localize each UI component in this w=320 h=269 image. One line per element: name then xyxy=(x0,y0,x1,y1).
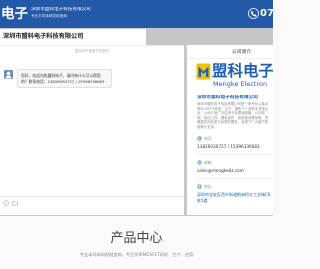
section-subtitle: 专业半导体研发制造商，专注功率MOSFET研发、生产、应用 xyxy=(79,252,194,257)
site-logo-text[interactable]: 电子 xyxy=(1,4,29,24)
divider xyxy=(197,154,273,155)
message-bubble: 您好，欢迎光临盟科电子，请问有什么可以帮您的？联系电话：13826030727 … xyxy=(17,69,112,88)
company-name: 深圳市盟科电子科技有限公司 xyxy=(197,95,258,100)
header-phone-number[interactable]: 07 xyxy=(260,7,273,20)
site-header: 电子 深圳市盟科电子科技有限公司 专业半导体研发制造商 07 xyxy=(0,0,273,28)
phone-label: 电话 xyxy=(204,136,212,141)
smile-icon[interactable] xyxy=(3,200,9,206)
chat-window: 盟科电子客服为您服务 您好，欢迎光临盟科电子，请问有什么可以帮您的？联系电话：1… xyxy=(0,45,184,215)
phone-icon xyxy=(248,8,259,19)
email-value[interactable]: sales@mengkedz.com xyxy=(197,168,271,174)
header-company-name: 深圳市盟科电子科技有限公司 xyxy=(31,7,91,12)
company-description: 深圳市盟科电子科技有限公司是一家专业从事功率MOSFET研发、生产、销售于一体的… xyxy=(197,102,269,129)
address-label: 地址 xyxy=(204,184,212,189)
folder-icon[interactable] xyxy=(12,200,18,206)
logo-chinese-name: 盟科电子 xyxy=(212,62,273,80)
logo-icon xyxy=(196,63,211,80)
section-title: 产品中心 xyxy=(110,231,163,246)
address-value: 深圳市宝安区西乡街道鹤洲恒丰工业城C6栋5楼 xyxy=(197,192,271,203)
avatar-icon xyxy=(4,70,13,79)
location-icon xyxy=(197,184,202,189)
chat-message-input[interactable] xyxy=(0,207,184,215)
phone-icon xyxy=(197,136,202,141)
divider xyxy=(187,58,273,59)
divider xyxy=(197,178,273,179)
logo-english-name: Mengke Electron xyxy=(213,80,268,88)
chat-service-notice: 盟科电子客服为您服务 xyxy=(75,49,109,53)
mail-icon xyxy=(197,160,202,165)
email-label: 邮箱 xyxy=(204,160,212,165)
chat-message: 您好，欢迎光临盟科电子，请问有什么可以帮您的？联系电话：13826030727 … xyxy=(4,69,116,93)
header-tagline: 专业半导体研发制造商 xyxy=(31,14,67,18)
company-info-panel: 公司简介 盟科电子 Mengke Electron 深圳市盟科电子科技有限公司 … xyxy=(187,45,273,215)
chat-composer xyxy=(0,196,184,215)
chat-title-bar: 深圳市盟科电子科技有限公司 xyxy=(0,29,146,45)
panel-heading: 公司简介 xyxy=(232,50,252,55)
phone-value[interactable]: 13826030727 / 15396336683 xyxy=(197,144,271,150)
chat-title: 深圳市盟科电子科技有限公司 xyxy=(3,33,84,40)
